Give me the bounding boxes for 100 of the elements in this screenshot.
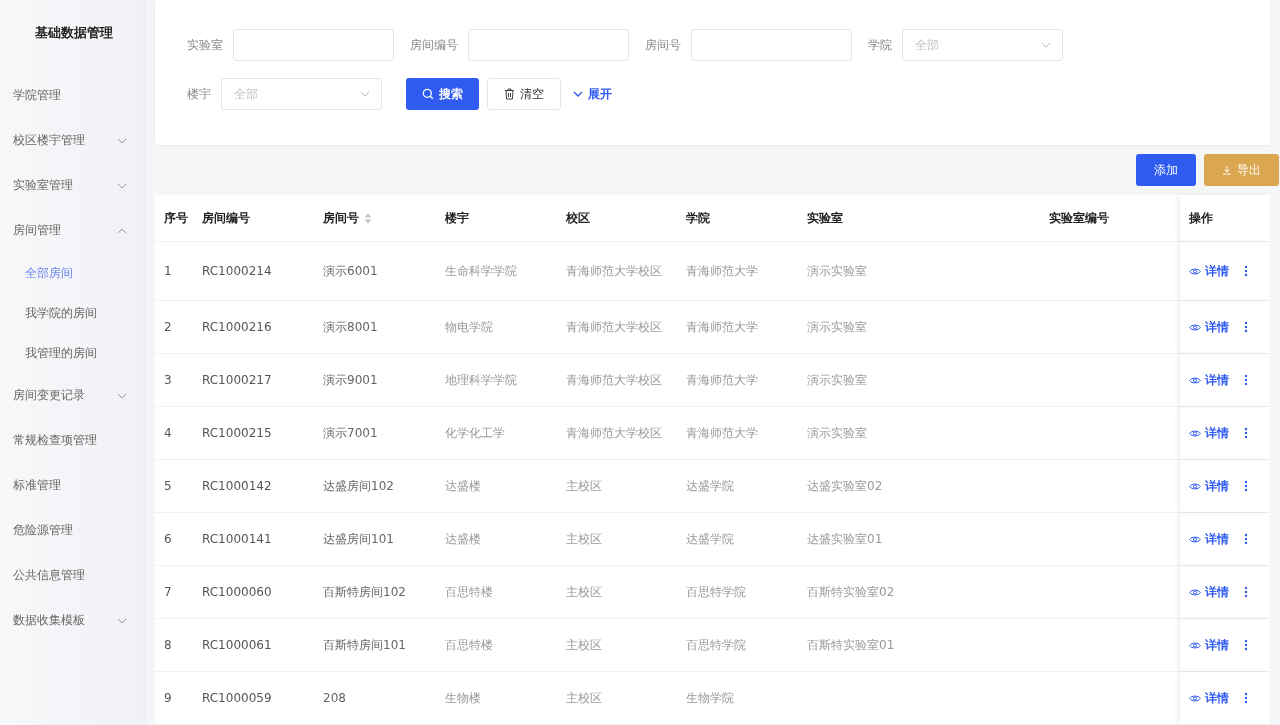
text-field[interactable] xyxy=(468,29,629,61)
filter-label: 实验室 xyxy=(187,36,223,54)
table-cell: 百斯特房间101 xyxy=(323,636,406,654)
detail-link[interactable]: 详情 xyxy=(1189,371,1229,389)
text-field[interactable] xyxy=(233,29,394,61)
table-cell: 达盛学院 xyxy=(686,530,734,548)
eye-icon xyxy=(1189,693,1201,703)
chevron-down-icon xyxy=(1041,42,1051,48)
more-icon[interactable] xyxy=(1244,639,1248,651)
sidebar-item[interactable]: 危险源管理 xyxy=(0,508,147,553)
table-cell: 青海师范大学校区 xyxy=(566,262,662,280)
detail-link[interactable]: 详情 xyxy=(1189,583,1229,601)
table-cell: 9 xyxy=(164,691,172,705)
sidebar-item[interactable]: 实验室管理 xyxy=(0,163,147,208)
column-header: 校区 xyxy=(565,209,591,227)
column-header[interactable]: 房间号 xyxy=(314,195,436,241)
table-cell: 4 xyxy=(164,426,172,440)
eye-icon xyxy=(1189,587,1201,597)
expand-link[interactable]: 展开 xyxy=(569,78,616,110)
table-cell: 7 xyxy=(164,585,172,599)
more-icon[interactable] xyxy=(1244,533,1248,545)
clear-button[interactable]: 清空 xyxy=(487,78,561,110)
table-cell: 208 xyxy=(323,691,346,705)
table-cell: 2 xyxy=(164,320,172,334)
table-cell: 达盛楼 xyxy=(445,477,481,495)
table-cell: 达盛实验室01 xyxy=(807,530,883,548)
detail-link[interactable]: 详情 xyxy=(1189,689,1229,707)
detail-link[interactable]: 详情 xyxy=(1189,530,1229,548)
table-cell: 主校区 xyxy=(566,530,602,548)
more-icon[interactable] xyxy=(1244,265,1248,277)
eye-icon xyxy=(1189,428,1201,438)
trash-icon xyxy=(504,88,515,100)
eye-icon xyxy=(1189,534,1201,544)
sidebar-item[interactable]: 房间管理 xyxy=(0,208,147,253)
table-cell: RC1000217 xyxy=(202,373,272,387)
table-cell: 6 xyxy=(164,532,172,546)
table-cell: 主校区 xyxy=(566,477,602,495)
search-icon xyxy=(422,88,434,100)
sidebar-item[interactable]: 校区楼宇管理 xyxy=(0,118,147,163)
table-cell: 生命科学学院 xyxy=(445,262,517,280)
table-cell: 青海师范大学 xyxy=(686,371,758,389)
more-icon[interactable] xyxy=(1244,480,1248,492)
detail-link[interactable]: 详情 xyxy=(1189,318,1229,336)
table-cell: 达盛实验室02 xyxy=(807,477,883,495)
chevron-down-icon xyxy=(117,182,127,189)
chevron-down-icon xyxy=(573,91,583,97)
table-cell: 达盛楼 xyxy=(445,530,481,548)
sidebar-item[interactable]: 常规检查项管理 xyxy=(0,418,147,463)
table-cell: 达盛学院 xyxy=(686,477,734,495)
sidebar-item[interactable]: 标准管理 xyxy=(0,463,147,508)
table-cell: RC1000061 xyxy=(202,638,272,652)
column-header: 房间编号 xyxy=(201,209,251,227)
more-icon[interactable] xyxy=(1244,374,1248,386)
table-cell: RC1000214 xyxy=(202,264,272,278)
table-cell: 演示9001 xyxy=(323,371,378,389)
table-cell: 地理科学学院 xyxy=(445,371,517,389)
filter-label: 楼宇 xyxy=(187,85,211,103)
sidebar-item[interactable]: 数据收集模板 xyxy=(0,598,147,643)
sidebar-item[interactable]: 学院管理 xyxy=(0,73,147,118)
more-icon[interactable] xyxy=(1244,692,1248,704)
sidebar-item[interactable]: 公共信息管理 xyxy=(0,553,147,598)
table-cell: 1 xyxy=(164,264,172,278)
table-cell: 演示8001 xyxy=(323,318,378,336)
text-field[interactable] xyxy=(691,29,852,61)
more-icon[interactable] xyxy=(1244,427,1248,439)
detail-link[interactable]: 详情 xyxy=(1189,477,1229,495)
table-cell: 化学化工学 xyxy=(445,424,505,442)
eye-icon xyxy=(1189,375,1201,385)
table-cell: 青海师范大学校区 xyxy=(566,371,662,389)
sidebar-item[interactable]: 房间变更记录 xyxy=(0,373,147,418)
eye-icon xyxy=(1189,481,1201,491)
download-icon xyxy=(1222,165,1232,175)
filter-label: 房间编号 xyxy=(410,36,458,54)
search-button[interactable]: 搜索 xyxy=(406,78,479,110)
sidebar-subitem[interactable]: 我管理的房间 xyxy=(0,333,147,373)
chevron-down-icon xyxy=(117,617,127,624)
chevron-down-icon xyxy=(360,91,370,97)
sidebar-subitem[interactable]: 全部房间 xyxy=(0,253,147,293)
table-cell: RC1000216 xyxy=(202,320,272,334)
column-header: 操作 xyxy=(1180,195,1270,241)
detail-link[interactable]: 详情 xyxy=(1189,262,1229,280)
table-cell: 青海师范大学校区 xyxy=(566,424,662,442)
column-header: 学院 xyxy=(685,209,711,227)
sidebar-title: 基础数据管理 xyxy=(33,24,114,42)
add-button[interactable]: 添加 xyxy=(1136,154,1196,186)
chevron-down-icon xyxy=(117,137,127,144)
table-cell: 达盛房间101 xyxy=(323,530,394,548)
detail-link[interactable]: 详情 xyxy=(1189,636,1229,654)
sidebar-subitem[interactable]: 我学院的房间 xyxy=(0,293,147,333)
table-cell: RC1000215 xyxy=(202,426,272,440)
more-icon[interactable] xyxy=(1244,321,1248,333)
column-header: 序号 xyxy=(163,209,189,227)
table-cell: 百思特学院 xyxy=(686,583,746,601)
table-cell: 演示实验室 xyxy=(807,371,867,389)
table-cell: 青海师范大学 xyxy=(686,424,758,442)
table-cell: 演示6001 xyxy=(323,262,378,280)
table-cell: 百斯特实验室02 xyxy=(807,583,895,601)
detail-link[interactable]: 详情 xyxy=(1189,424,1229,442)
more-icon[interactable] xyxy=(1244,586,1248,598)
table-cell: RC1000060 xyxy=(202,585,272,599)
